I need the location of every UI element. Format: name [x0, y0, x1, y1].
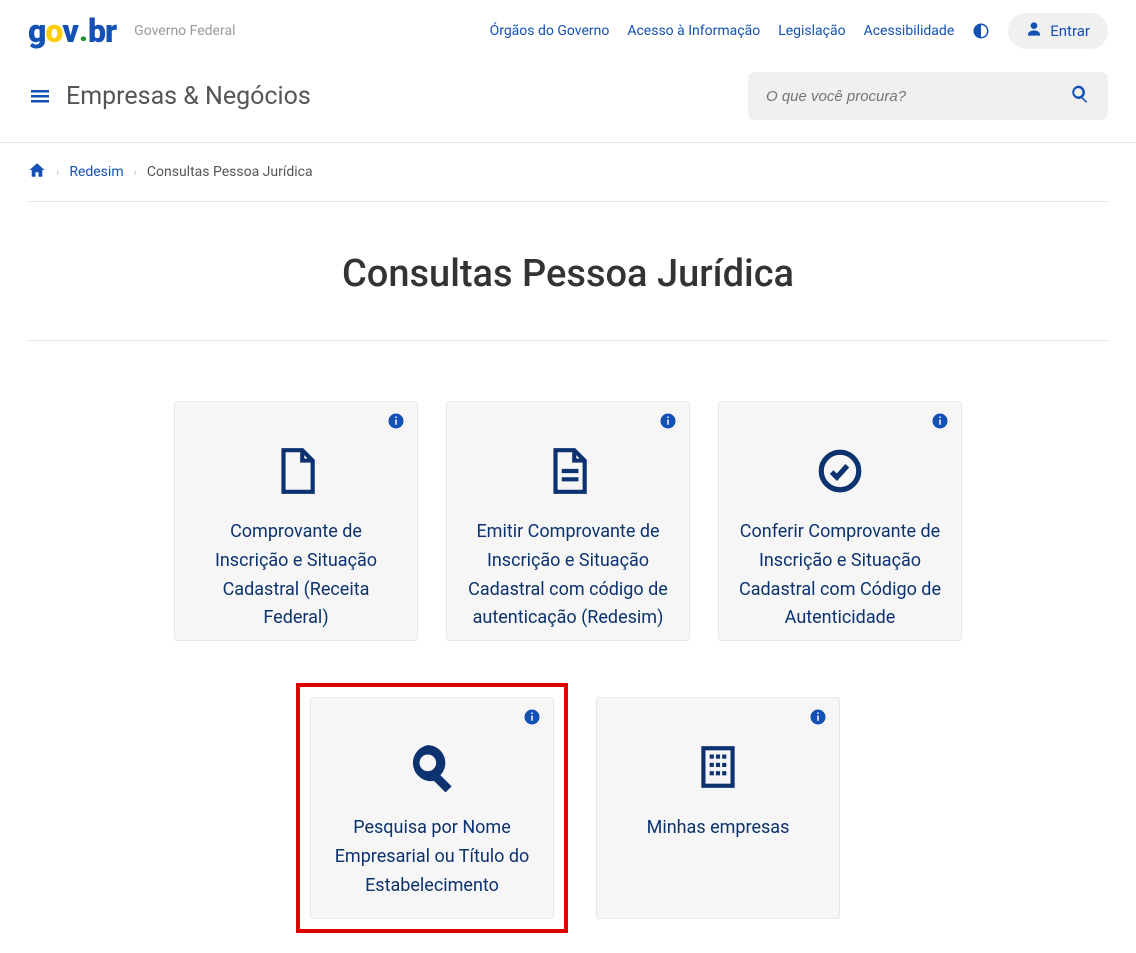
home-icon[interactable]	[28, 161, 46, 183]
contrast-icon[interactable]	[972, 22, 990, 40]
card-title: Emitir Comprovante de Inscrição e Situaç…	[465, 518, 671, 633]
card-comprovante-rf[interactable]: Comprovante de Inscrição e Situação Cada…	[174, 401, 418, 641]
search-icon	[407, 742, 457, 796]
nav-row: Empresas & Negócios	[0, 62, 1136, 143]
page-title: Consultas Pessoa Jurídica	[28, 202, 1108, 341]
highlighted-card-wrap: Pesquisa por Nome Empresarial ou Título …	[296, 683, 568, 933]
info-icon[interactable]	[659, 412, 677, 434]
site-name: Empresas & Negócios	[66, 82, 311, 111]
top-left: gov.br Governo Federal	[28, 12, 235, 50]
card-emitir-redesim[interactable]: Emitir Comprovante de Inscrição e Situaç…	[446, 401, 690, 641]
nav-left: Empresas & Negócios	[28, 82, 311, 111]
card-title: Minhas empresas	[647, 814, 790, 843]
top-bar: gov.br Governo Federal Órgãos do Governo…	[0, 0, 1136, 62]
cards-row-2: Pesquisa por Nome Empresarial ou Título …	[28, 671, 1108, 953]
search-input[interactable]	[766, 88, 1066, 105]
nav-acesso[interactable]: Acesso à Informação	[627, 23, 760, 39]
breadcrumb-redesim[interactable]: Redesim	[69, 164, 123, 180]
govbr-logo[interactable]: gov.br	[28, 12, 116, 50]
breadcrumb-current: Consultas Pessoa Jurídica	[147, 164, 313, 180]
user-icon	[1026, 21, 1042, 41]
document-lines-icon	[543, 446, 593, 500]
sign-in-label: Entrar	[1050, 22, 1090, 40]
card-conferir-autenticidade[interactable]: Conferir Comprovante de Inscrição e Situ…	[718, 401, 962, 641]
card-pesquisa-nome[interactable]: Pesquisa por Nome Empresarial ou Título …	[310, 697, 554, 919]
nav-legislacao[interactable]: Legislação	[778, 23, 845, 39]
info-icon[interactable]	[387, 412, 405, 434]
menu-toggle-icon[interactable]	[28, 84, 52, 108]
card-minhas-empresas[interactable]: Minhas empresas	[596, 697, 840, 919]
info-icon[interactable]	[809, 708, 827, 730]
building-icon	[693, 742, 743, 796]
breadcrumb-separator: ›	[56, 166, 59, 179]
gov-sub-label: Governo Federal	[134, 23, 235, 39]
sign-in-button[interactable]: Entrar	[1008, 13, 1108, 49]
breadcrumb: › Redesim › Consultas Pessoa Jurídica	[28, 143, 1108, 202]
card-title: Comprovante de Inscrição e Situação Cada…	[193, 518, 399, 633]
check-circle-icon	[815, 446, 865, 500]
nav-acessibilidade[interactable]: Acessibilidade	[864, 23, 955, 39]
breadcrumb-separator: ›	[134, 166, 137, 179]
cards-row-1: Comprovante de Inscrição e Situação Cada…	[28, 341, 1108, 671]
nav-orgaos[interactable]: Órgãos do Governo	[490, 23, 610, 39]
info-icon[interactable]	[931, 412, 949, 434]
search-icon[interactable]	[1070, 84, 1090, 108]
document-icon	[271, 446, 321, 500]
top-right-nav: Órgãos do Governo Acesso à Informação Le…	[490, 13, 1108, 49]
content: › Redesim › Consultas Pessoa Jurídica Co…	[0, 143, 1136, 953]
card-title: Pesquisa por Nome Empresarial ou Título …	[329, 814, 535, 900]
info-icon[interactable]	[523, 708, 541, 730]
search-box[interactable]	[748, 72, 1108, 120]
card-title: Conferir Comprovante de Inscrição e Situ…	[737, 518, 943, 633]
